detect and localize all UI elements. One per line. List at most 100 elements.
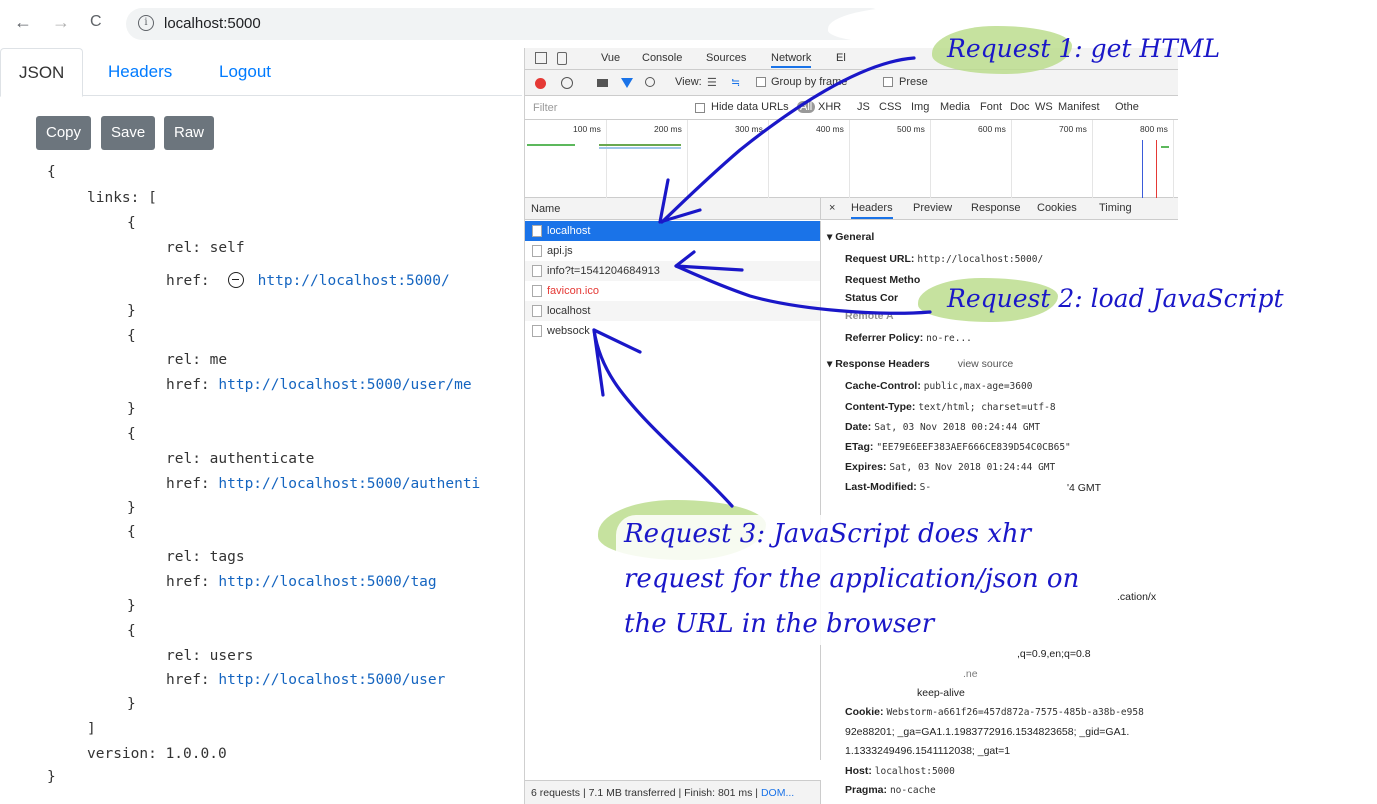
filter-type-js[interactable]: JS	[857, 101, 870, 113]
json-href-link[interactable]: http://localhost:5000/tag	[218, 574, 436, 590]
json-rel: rel: me	[166, 352, 228, 368]
timeline-tick	[606, 120, 607, 198]
request-row[interactable]: api.js	[525, 241, 821, 261]
json-href-key: href:	[166, 377, 210, 393]
filter-icon[interactable]	[621, 78, 633, 88]
header-row: ETag: "EE79E6EEF383AEF666CE839D54C0CB65"	[845, 441, 1071, 453]
preserve-checkbox[interactable]	[883, 77, 893, 87]
header-value: Sat, 03 Nov 2018 01:24:44 GMT	[889, 462, 1056, 473]
filter-type-manifest[interactable]: Manifest	[1058, 101, 1100, 113]
dom-loaded-link[interactable]: DOM...	[761, 787, 794, 799]
request-row[interactable]: localhost	[525, 221, 821, 241]
filter-type-img[interactable]: Img	[911, 101, 929, 113]
tab-detail-cookies[interactable]: Cookies	[1037, 202, 1077, 214]
save-button[interactable]: Save	[101, 116, 156, 150]
tab-headers[interactable]: Headers	[108, 48, 172, 96]
record-icon[interactable]	[535, 78, 546, 89]
reload-icon[interactable]: C	[90, 12, 102, 32]
json-href-key: href:	[166, 273, 210, 289]
hide-data-urls-label: Hide data URLs	[711, 101, 789, 113]
address-bar[interactable]: i localhost:5000	[126, 8, 886, 40]
camera-icon[interactable]	[597, 79, 608, 87]
copy-button[interactable]: Copy	[36, 116, 92, 150]
header-key: Status Cor	[845, 292, 899, 304]
clear-icon[interactable]	[561, 77, 573, 89]
network-filter-bar: Filter Hide data URLs All XHR JS CSS Img…	[525, 96, 1178, 120]
tab-detail-preview[interactable]: Preview	[913, 202, 952, 214]
name-column-header[interactable]: Name	[531, 203, 560, 215]
header-row: Request Metho	[845, 274, 920, 286]
header-row: Cache-Control: public,max-age=3600	[845, 380, 1032, 392]
json-href-key: href:	[166, 672, 210, 688]
tab-detail-timing[interactable]: Timing	[1099, 202, 1132, 214]
hide-data-urls-checkbox[interactable]	[695, 103, 705, 113]
response-headers-toggle[interactable]: ▾ Response Headers	[827, 358, 930, 370]
json-href-link[interactable]: http://localhost:5000/user/me	[218, 377, 471, 393]
timeline-tick	[687, 120, 688, 198]
document-icon	[532, 225, 542, 237]
header-key: Expires:	[845, 461, 887, 473]
back-arrow-icon[interactable]: ←	[14, 12, 32, 32]
annotation-request-3-line-2: request for the application/json on	[624, 564, 1080, 594]
filter-type-doc[interactable]: Doc	[1010, 101, 1030, 113]
network-overview-timeline[interactable]: 100 ms 200 ms 300 ms 400 ms 500 ms 600 m…	[525, 120, 1178, 198]
waterfall-icon[interactable]: ≒	[731, 76, 740, 89]
view-source-link[interactable]: view source	[958, 358, 1013, 370]
filter-type-media[interactable]: Media	[940, 101, 970, 113]
json-href-link[interactable]: http://localhost:5000/user	[218, 672, 445, 688]
forward-arrow-icon[interactable]: →	[52, 12, 70, 32]
header-value: public,max-age=3600	[923, 381, 1033, 392]
header-row: Cookie: Webstorm-a661f26=457d872a-7575-4…	[845, 706, 1144, 718]
document-icon	[532, 305, 542, 317]
script-icon	[532, 245, 542, 257]
json-href-link[interactable]: http://localhost:5000/	[258, 273, 450, 289]
filter-type-other[interactable]: Othe	[1115, 101, 1139, 113]
tab-console[interactable]: Console	[642, 52, 682, 64]
request-row[interactable]: localhost	[525, 301, 821, 321]
url-text[interactable]: localhost:5000	[164, 15, 261, 32]
list-view-icon[interactable]: ☰	[707, 76, 717, 89]
json-href-link[interactable]: http://localhost:5000/authenti	[218, 476, 480, 492]
request-row[interactable]: info?t=1541204684913	[525, 261, 821, 281]
info-icon[interactable]: i	[138, 15, 154, 31]
filter-type-all[interactable]: All	[797, 101, 816, 113]
header-key: Cookie:	[845, 706, 884, 718]
filter-input[interactable]: Filter	[533, 102, 557, 114]
device-icon[interactable]	[557, 52, 567, 65]
request-row[interactable]: favicon.ico	[525, 281, 821, 301]
close-icon[interactable]: ×	[829, 202, 835, 214]
dom-loaded-line	[1142, 140, 1143, 198]
tab-logout[interactable]: Logout	[219, 48, 271, 96]
header-value: Webstorm-a661f26=457d872a-7575-485b-a38b…	[886, 707, 1144, 718]
request-name: info?t=1541204684913	[547, 265, 660, 277]
general-section-toggle[interactable]: ▾ General	[827, 231, 874, 243]
header-row: Pragma: no-cache	[845, 784, 936, 796]
filter-type-ws[interactable]: WS	[1035, 101, 1053, 113]
search-icon[interactable]	[645, 77, 655, 87]
group-checkbox[interactable]	[756, 77, 766, 87]
filter-type-css[interactable]: CSS	[879, 101, 902, 113]
filter-type-xhr[interactable]: XHR	[818, 101, 841, 113]
tab-detail-response[interactable]: Response	[971, 202, 1021, 214]
tab-network[interactable]: Network	[771, 52, 812, 68]
inspect-icon[interactable]	[535, 52, 547, 64]
timeline-label: 300 ms	[735, 124, 763, 134]
header-row: Host: localhost:5000	[845, 765, 955, 777]
request-name: websock	[547, 325, 590, 337]
tab-detail-headers[interactable]: Headers	[851, 202, 893, 219]
request-name: favicon.ico	[547, 285, 599, 297]
header-row: Last-Modified: S-	[845, 481, 931, 493]
filter-type-font[interactable]: Font	[980, 101, 1002, 113]
tab-sources[interactable]: Sources	[706, 52, 746, 64]
collapse-minus-icon[interactable]	[227, 272, 244, 288]
request-row[interactable]: websock	[525, 321, 821, 341]
network-toolbar: View: ☰ ≒ Group by frame Prese	[525, 70, 1178, 96]
tab-vue[interactable]: Vue	[601, 52, 620, 64]
json-brace: }	[127, 303, 136, 319]
tab-json[interactable]: JSON	[0, 48, 84, 97]
tab-elements[interactable]: El	[836, 52, 846, 64]
header-value: 1.1333249496.1541112038; _gat=1	[845, 745, 1011, 757]
raw-button[interactable]: Raw	[164, 116, 215, 150]
header-key: Content-Type:	[845, 401, 916, 413]
json-rel: rel: users	[166, 648, 254, 664]
